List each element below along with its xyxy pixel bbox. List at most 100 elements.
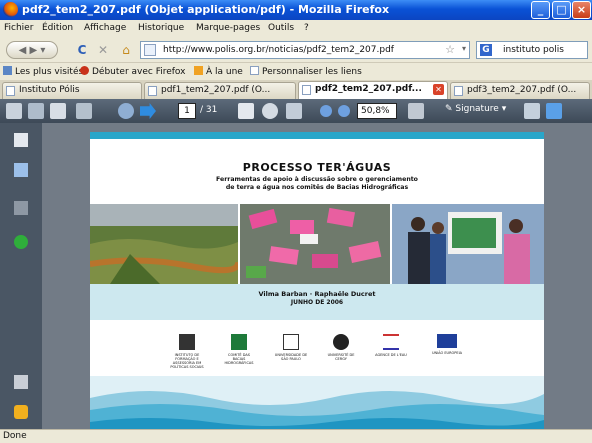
document-subtitle: Ferramentas de apoio à discussão sobre o… xyxy=(90,176,544,192)
bookmark-most-visited[interactable]: Les plus visités xyxy=(3,66,83,77)
logo-caption: UNIVERSITÉ DE CERGY xyxy=(327,353,355,361)
hand-tool-icon[interactable] xyxy=(262,103,278,119)
agency-logo-icon xyxy=(383,334,399,350)
rss-icon xyxy=(194,66,203,75)
bookmark-getting-started[interactable]: Débuter avec Firefox xyxy=(80,66,186,77)
select-text-icon[interactable] xyxy=(238,103,254,119)
tab-pdf2[interactable]: pdf2_tem2_207.pdf... ✕ xyxy=(298,81,448,99)
save-icon[interactable] xyxy=(28,103,44,119)
tab-instituto-polis[interactable]: Instituto Pólis xyxy=(2,82,142,99)
stop-icon[interactable]: ✕ xyxy=(96,41,110,59)
close-button[interactable]: × xyxy=(572,1,591,19)
document-authors: Vilma Barban · Raphaële Ducret xyxy=(258,290,376,298)
logo-agency: AGENCE DE L'EAU xyxy=(374,334,408,357)
pdf-viewer[interactable]: PROCESSO TER'ÁGUAS Ferramentas de apoio … xyxy=(42,123,592,429)
menu-bar: Fichier Édition Affichage Historique Mar… xyxy=(0,20,592,37)
search-input[interactable]: instituto polis xyxy=(503,45,564,55)
document-title: PROCESSO TER'ÁGUAS xyxy=(242,161,392,174)
signature-label: Signature xyxy=(455,104,499,114)
logo-caption: INSTITUTO DE FORMAÇÃO E ASSESSORIA EM PO… xyxy=(170,353,204,369)
email-icon[interactable] xyxy=(50,103,66,119)
cbh-logo-icon xyxy=(231,334,247,350)
folder-icon xyxy=(3,66,12,75)
navigation-toolbar: ◀ ▶ ▾ C ✕ ⌂ http://www.polis.org.br/noti… xyxy=(0,37,592,63)
usp-logo-icon xyxy=(283,334,299,350)
tab-page-icon xyxy=(148,86,157,96)
logo-caption: COMITÊ DAS BACIAS HIDROGRÁFICAS xyxy=(224,353,254,365)
photo-people-meeting xyxy=(392,204,544,284)
bookmark-label: Débuter avec Firefox xyxy=(92,67,186,77)
pen-icon: ✎ xyxy=(445,104,456,114)
url-text[interactable]: http://www.polis.org.br/noticias/pdf2_te… xyxy=(163,45,394,55)
zoom-input[interactable]: 50,8% xyxy=(357,103,397,119)
page-number-input[interactable]: 1 xyxy=(178,103,196,119)
status-text: Done xyxy=(3,431,27,441)
bookmark-star-icon[interactable]: ☆ xyxy=(445,43,455,56)
university-logo-icon xyxy=(333,334,349,350)
menu-marque-pages[interactable]: Marque-pages xyxy=(196,23,260,33)
attachments-paperclip-icon[interactable] xyxy=(14,375,28,389)
water-waves-graphic xyxy=(90,376,544,429)
pdf-toolbar: 1 / 31 50,8% ✎ Signature ▾ xyxy=(0,99,592,123)
url-bar[interactable]: http://www.polis.org.br/noticias/pdf2_te… xyxy=(140,41,470,59)
tab-label: pdf3_tem2_207.pdf (O... xyxy=(467,85,577,95)
menu-historique[interactable]: Historique xyxy=(138,23,184,33)
fit-page-icon[interactable] xyxy=(408,103,424,119)
zoom-out-icon[interactable] xyxy=(320,105,332,117)
tab-label: Instituto Pólis xyxy=(19,85,80,95)
firefox-icon xyxy=(3,2,18,17)
maximize-button[interactable]: □ xyxy=(552,1,571,19)
menu-edition[interactable]: Édition xyxy=(42,23,73,33)
save-copy-icon[interactable] xyxy=(524,103,540,119)
bookmarks-toolbar: Les plus visités Débuter avec Firefox À … xyxy=(0,63,592,80)
menu-affichage[interactable]: Affichage xyxy=(84,23,126,33)
menu-help[interactable]: ? xyxy=(304,23,309,33)
tab-page-icon xyxy=(302,85,311,95)
logo-cbh: COMITÊ DAS BACIAS HIDROGRÁFICAS xyxy=(222,334,256,365)
document-date: JUNHO DE 2006 xyxy=(290,299,344,306)
tab-label: pdf1_tem2_207.pdf (O... xyxy=(161,85,271,95)
signature-button[interactable]: ✎ Signature ▾ xyxy=(445,104,506,114)
security-icon[interactable] xyxy=(14,235,28,249)
tab-page-icon xyxy=(454,86,463,96)
pages-icon[interactable] xyxy=(14,133,28,147)
pdf-sidebar xyxy=(0,123,42,429)
logo-caption: UNIÃO EUROPEIA xyxy=(431,351,463,355)
marquee-zoom-icon[interactable] xyxy=(286,103,302,119)
back-forward-button[interactable]: ◀ ▶ ▾ xyxy=(6,41,58,59)
minimize-button[interactable]: _ xyxy=(531,1,550,19)
window-title: pdf2_tem2_207.pdf (Objet application/pdf… xyxy=(22,3,390,16)
fullscreen-icon[interactable] xyxy=(546,103,562,119)
bookmark-customize-links[interactable]: Personnaliser les liens xyxy=(250,66,362,77)
print-icon[interactable] xyxy=(6,103,22,119)
logo-caption: AGENCE DE L'EAU xyxy=(375,353,407,357)
page-icon xyxy=(250,66,259,75)
next-page-icon[interactable] xyxy=(140,103,156,119)
menu-outils[interactable]: Outils xyxy=(268,23,294,33)
tab-pdf1[interactable]: pdf1_tem2_207.pdf (O... xyxy=(144,82,296,99)
search-bar[interactable]: G instituto polis xyxy=(476,41,588,59)
home-icon[interactable]: ⌂ xyxy=(118,41,134,59)
tab-pdf3[interactable]: pdf3_tem2_207.pdf (O... xyxy=(450,82,590,99)
zoom-in-icon[interactable] xyxy=(338,105,350,117)
signatures-icon[interactable] xyxy=(14,201,28,215)
upload-icon[interactable] xyxy=(76,103,92,119)
photo-workshop-cards xyxy=(240,204,390,284)
polis-logo-icon xyxy=(179,334,195,350)
reload-icon[interactable]: C xyxy=(74,41,90,59)
firefox-bookmark-icon xyxy=(80,66,89,75)
bookmark-label: Personnaliser les liens xyxy=(262,67,362,77)
menu-fichier[interactable]: Fichier xyxy=(4,23,33,33)
tab-close-icon[interactable]: ✕ xyxy=(433,84,444,95)
bookmark-latest-headlines[interactable]: À la une xyxy=(194,66,243,77)
window-titlebar: pdf2_tem2_207.pdf (Objet application/pdf… xyxy=(0,0,592,20)
top-color-band xyxy=(90,132,544,139)
google-search-engine-icon[interactable]: G xyxy=(480,44,492,56)
comments-icon[interactable] xyxy=(14,405,28,419)
url-dropdown-icon[interactable]: ▾ xyxy=(462,44,466,53)
previous-page-icon[interactable] xyxy=(118,103,134,119)
pdf-page: PROCESSO TER'ÁGUAS Ferramentas de apoio … xyxy=(90,132,544,429)
logo-university: UNIVERSITÉ DE CERGY xyxy=(324,334,358,361)
subtitle-line-2: de terra e água nos comitês de Bacias Hi… xyxy=(225,184,409,191)
bookmarks-icon[interactable] xyxy=(14,163,28,177)
